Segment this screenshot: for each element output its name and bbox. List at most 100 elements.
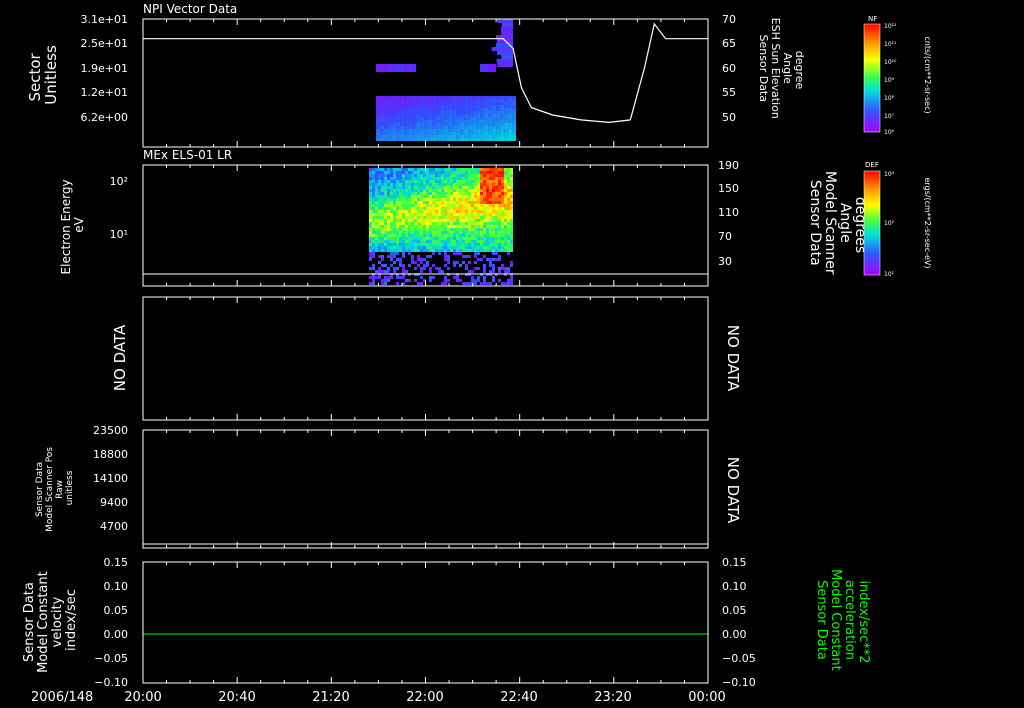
heatmap-cell	[429, 186, 432, 189]
heatmap-cell	[429, 276, 432, 279]
heatmap-cell	[384, 99, 389, 102]
heatmap-cell	[388, 135, 393, 138]
heatmap-cell	[468, 120, 473, 123]
heatmap-cell	[495, 249, 498, 252]
heatmap-cell	[432, 189, 435, 192]
heatmap-cell	[459, 252, 462, 255]
heatmap-cell	[387, 240, 390, 243]
heatmap-cell	[472, 129, 477, 132]
heatmap-cell	[492, 228, 495, 231]
heatmap-cell	[420, 126, 425, 129]
colorbar-tick: 10²	[884, 220, 895, 227]
heatmap-cell	[465, 237, 468, 240]
heatmap-cell	[498, 216, 501, 219]
colorbar-tick: 10¹¹	[884, 41, 897, 48]
heatmap-cell	[441, 189, 444, 192]
heatmap-cell	[444, 201, 447, 204]
heatmap-cell	[428, 105, 433, 108]
heatmap-cell	[381, 240, 384, 243]
heatmap-cell	[376, 96, 381, 99]
heatmap-cell	[384, 111, 389, 114]
heatmap-cell	[408, 240, 411, 243]
heatmap-cell	[483, 207, 486, 210]
heatmap-cell	[438, 192, 441, 195]
heatmap-cell	[392, 99, 397, 102]
heatmap-cell	[510, 198, 513, 201]
heatmap-cell	[492, 192, 495, 195]
heatmap-cell	[426, 195, 429, 198]
heatmap-cell	[512, 108, 517, 111]
heatmap-cell	[408, 204, 411, 207]
heatmap-cell	[408, 279, 411, 282]
heatmap-cell	[408, 195, 411, 198]
heatmap-cell	[390, 198, 393, 201]
heatmap-cell	[450, 183, 453, 186]
heatmap-cell	[480, 234, 483, 237]
heatmap-cell	[372, 231, 375, 234]
heatmap-cell	[378, 249, 381, 252]
heatmap-cell	[465, 222, 468, 225]
heatmap-cell	[405, 183, 408, 186]
heatmap-cell	[453, 234, 456, 237]
heatmap-cell	[417, 186, 420, 189]
heatmap-cell	[492, 108, 497, 111]
heatmap-cell	[380, 129, 385, 132]
heatmap-cell	[408, 174, 411, 177]
heatmap-cell	[486, 249, 489, 252]
heatmap-cell	[402, 216, 405, 219]
heatmap-cell	[510, 201, 513, 204]
heatmap-cell	[464, 96, 469, 99]
heatmap-cell	[484, 120, 489, 123]
heatmap-cell	[450, 174, 453, 177]
heatmap-cell	[452, 126, 457, 129]
heatmap-cell	[390, 258, 393, 261]
heatmap-cell	[452, 132, 457, 135]
heatmap-cell	[396, 231, 399, 234]
heatmap-cell	[396, 189, 399, 192]
heatmap-cell	[387, 234, 390, 237]
heatmap-cell	[435, 234, 438, 237]
heatmap-cell	[408, 264, 411, 267]
heatmap-cell	[372, 252, 375, 255]
heatmap-cell	[459, 216, 462, 219]
heatmap-cell	[495, 219, 498, 222]
heatmap-cell	[474, 279, 477, 282]
heatmap-cell	[501, 267, 504, 270]
heatmap-cell	[465, 234, 468, 237]
heatmap-cell	[396, 183, 399, 186]
colorbar-def-gradient	[863, 170, 881, 276]
heatmap-cell	[378, 237, 381, 240]
heatmap-cell	[456, 138, 461, 141]
heatmap-cell	[448, 114, 453, 117]
heatmap-cell	[438, 177, 441, 180]
heatmap-cell	[392, 105, 397, 108]
heatmap-cell	[444, 222, 447, 225]
heatmap-cell	[432, 111, 437, 114]
heatmap-cell	[468, 105, 473, 108]
heatmap-cell	[369, 207, 372, 210]
heatmap-cell	[440, 111, 445, 114]
heatmap-cell	[508, 105, 513, 108]
heatmap-cell	[426, 219, 429, 222]
heatmap-cell	[372, 276, 375, 279]
heatmap-cell	[480, 174, 483, 177]
heatmap-cell	[405, 192, 408, 195]
heatmap-cell	[387, 255, 390, 258]
heatmap-cell	[448, 105, 453, 108]
heatmap-cell	[447, 243, 450, 246]
heatmap-cell	[507, 207, 510, 210]
colorbar-tick: 10⁸	[884, 95, 895, 102]
heatmap-cell	[375, 198, 378, 201]
heatmap-cell	[375, 210, 378, 213]
heatmap-cell	[484, 111, 489, 114]
heatmap-cell	[495, 171, 498, 174]
heatmap-cell	[510, 237, 513, 240]
heatmap-cell	[414, 249, 417, 252]
heatmap-cell	[483, 192, 486, 195]
colorbar-def-label: DEF	[865, 161, 879, 169]
heatmap-cell	[492, 195, 495, 198]
heatmap-cell	[462, 177, 465, 180]
heatmap-cell	[474, 234, 477, 237]
heatmap-cell	[435, 231, 438, 234]
heatmap-cell	[486, 192, 489, 195]
